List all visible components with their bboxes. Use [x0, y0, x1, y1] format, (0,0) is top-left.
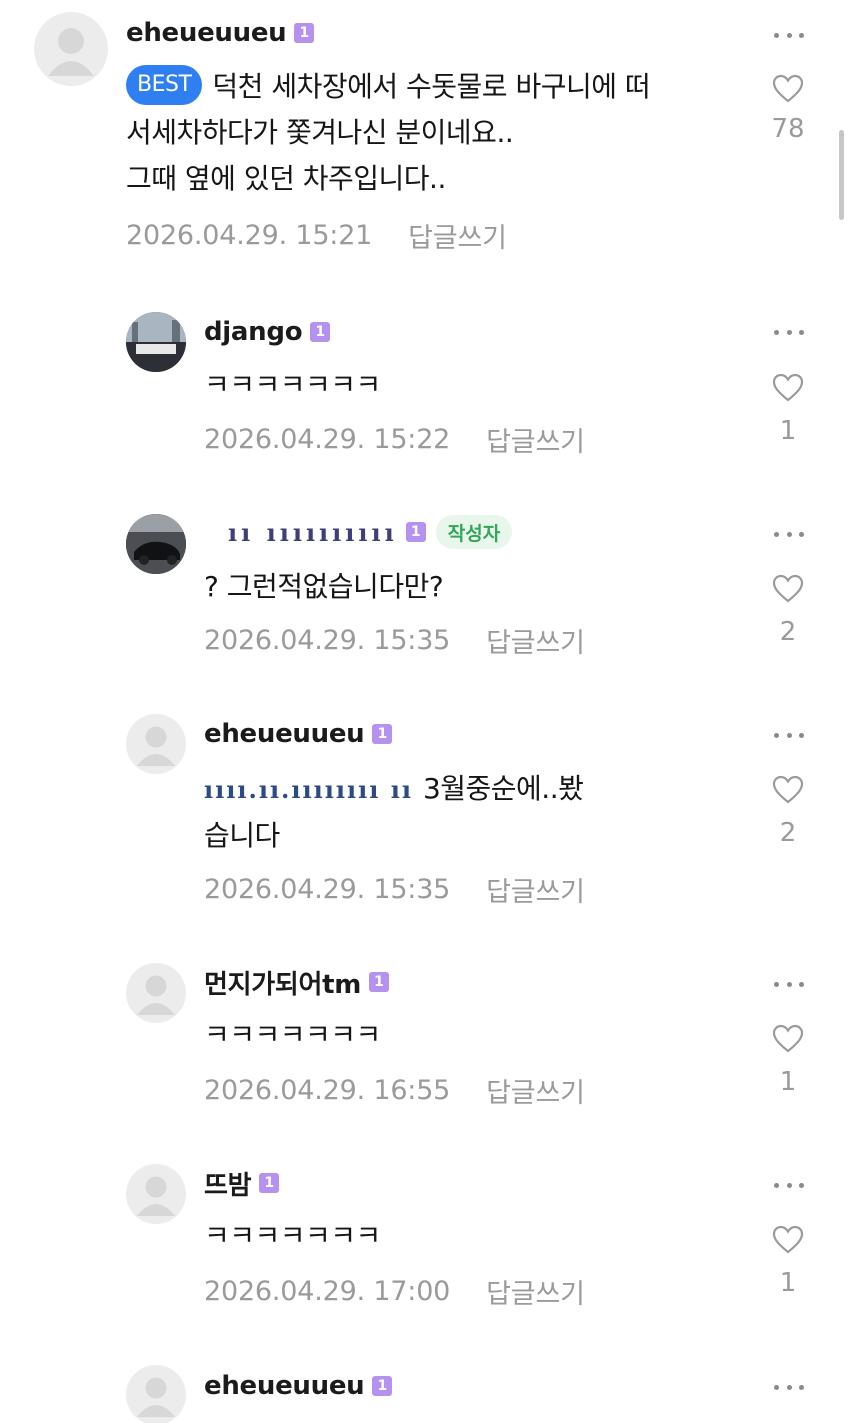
- heart-icon[interactable]: [772, 1024, 804, 1054]
- comment-username[interactable]: eheueuueu: [204, 719, 365, 749]
- comment-timestamp: 2026.04.29. 16:55: [204, 1075, 451, 1106]
- like-count: 78: [771, 114, 805, 144]
- level-badge: 1: [369, 972, 390, 992]
- more-icon[interactable]: [774, 327, 804, 337]
- more-icon[interactable]: [774, 30, 804, 40]
- level-badge: 1: [405, 522, 426, 542]
- comment-username[interactable]: ıı ıııııııııı: [228, 518, 398, 547]
- heart-icon[interactable]: [772, 74, 804, 104]
- comment-timestamp: 2026.04.29. 17:00: [204, 1276, 451, 1307]
- comment-text: ? 그런적없습니다만?: [204, 570, 444, 603]
- comment-username[interactable]: django: [204, 317, 303, 347]
- level-badge: 1: [372, 724, 393, 744]
- comment-text: ㅋㅋㅋㅋㅋㅋㅋ: [204, 1018, 381, 1051]
- more-icon[interactable]: [774, 1382, 804, 1392]
- default-avatar-icon[interactable]: [126, 714, 186, 774]
- heart-icon[interactable]: [772, 775, 804, 805]
- level-badge: 1: [310, 322, 331, 342]
- heart-icon[interactable]: [772, 373, 804, 403]
- more-icon[interactable]: [774, 529, 804, 539]
- comment-timestamp: 2026.04.29. 15:22: [204, 424, 451, 455]
- scrollbar[interactable]: [839, 130, 844, 220]
- level-badge: 1: [259, 1173, 280, 1193]
- heart-icon[interactable]: [772, 1225, 804, 1255]
- like-count: 1: [779, 1067, 797, 1097]
- comment-text: 덕천 세차장에서 수돗물로 바구니에 떠 서세차하다가 쫓겨나신 분이네요.. 그때…: [126, 70, 651, 195]
- like-count: 1: [779, 416, 797, 446]
- comment-timestamp: 2026.04.29. 15:21: [126, 220, 373, 251]
- more-icon[interactable]: [774, 979, 804, 989]
- like-count: 2: [779, 818, 797, 848]
- comment-text: ㅋㅋㅋㅋㅋㅋㅋ: [204, 368, 381, 401]
- level-badge: 1: [294, 23, 315, 43]
- reply-button[interactable]: 답글쓰기: [486, 1071, 585, 1110]
- like-count: 1: [779, 1268, 797, 1298]
- comment-body: BEST 덕천 세차장에서 수돗물로 바구니에 떠 서세차하다가 쫓겨나신 분이네요…: [126, 64, 746, 202]
- default-avatar-icon[interactable]: [34, 12, 108, 86]
- avatar[interactable]: [126, 312, 186, 372]
- reply-button[interactable]: 답글쓰기: [486, 420, 585, 459]
- comment-username[interactable]: eheueuueu: [204, 1371, 365, 1401]
- author-badge: 작성자: [435, 515, 513, 549]
- heart-icon[interactable]: [772, 574, 804, 604]
- more-icon[interactable]: [774, 730, 804, 740]
- reply-button[interactable]: 답글쓰기: [408, 216, 507, 255]
- reply-button[interactable]: 답글쓰기: [486, 1272, 585, 1311]
- default-avatar-icon[interactable]: [126, 1164, 186, 1224]
- default-avatar-icon[interactable]: [126, 963, 186, 1023]
- avatar[interactable]: [126, 514, 186, 574]
- comment-list: eheueuueu 1 BEST 덕천 세차장에서 수돗물로 바구니에 떠 서세차하…: [0, 0, 850, 1423]
- comment-timestamp: 2026.04.29. 15:35: [204, 874, 451, 905]
- comment-username[interactable]: 먼지가되어tm: [204, 964, 361, 1001]
- comment-username[interactable]: eheueuueu: [126, 18, 287, 48]
- comment-username[interactable]: 뜨밤: [204, 1165, 252, 1202]
- reply-button[interactable]: 답글쓰기: [486, 870, 585, 909]
- like-count: 2: [779, 617, 797, 647]
- level-badge: 1: [372, 1376, 393, 1396]
- best-badge: BEST: [126, 65, 203, 105]
- comment-timestamp: 2026.04.29. 15:35: [204, 625, 451, 656]
- reply-button[interactable]: 답글쓰기: [486, 621, 585, 660]
- comment-body: ıııı.ıı.ıııııııı ıı 3월중순에..봤 습니다: [204, 766, 744, 859]
- default-avatar-icon[interactable]: [126, 1365, 186, 1423]
- more-icon[interactable]: [774, 1180, 804, 1190]
- masked-text: ıııı.ıı.ıııııııı ıı: [204, 775, 413, 804]
- comment-text: ㅋㅋㅋㅋㅋㅋㅋ: [204, 1219, 381, 1252]
